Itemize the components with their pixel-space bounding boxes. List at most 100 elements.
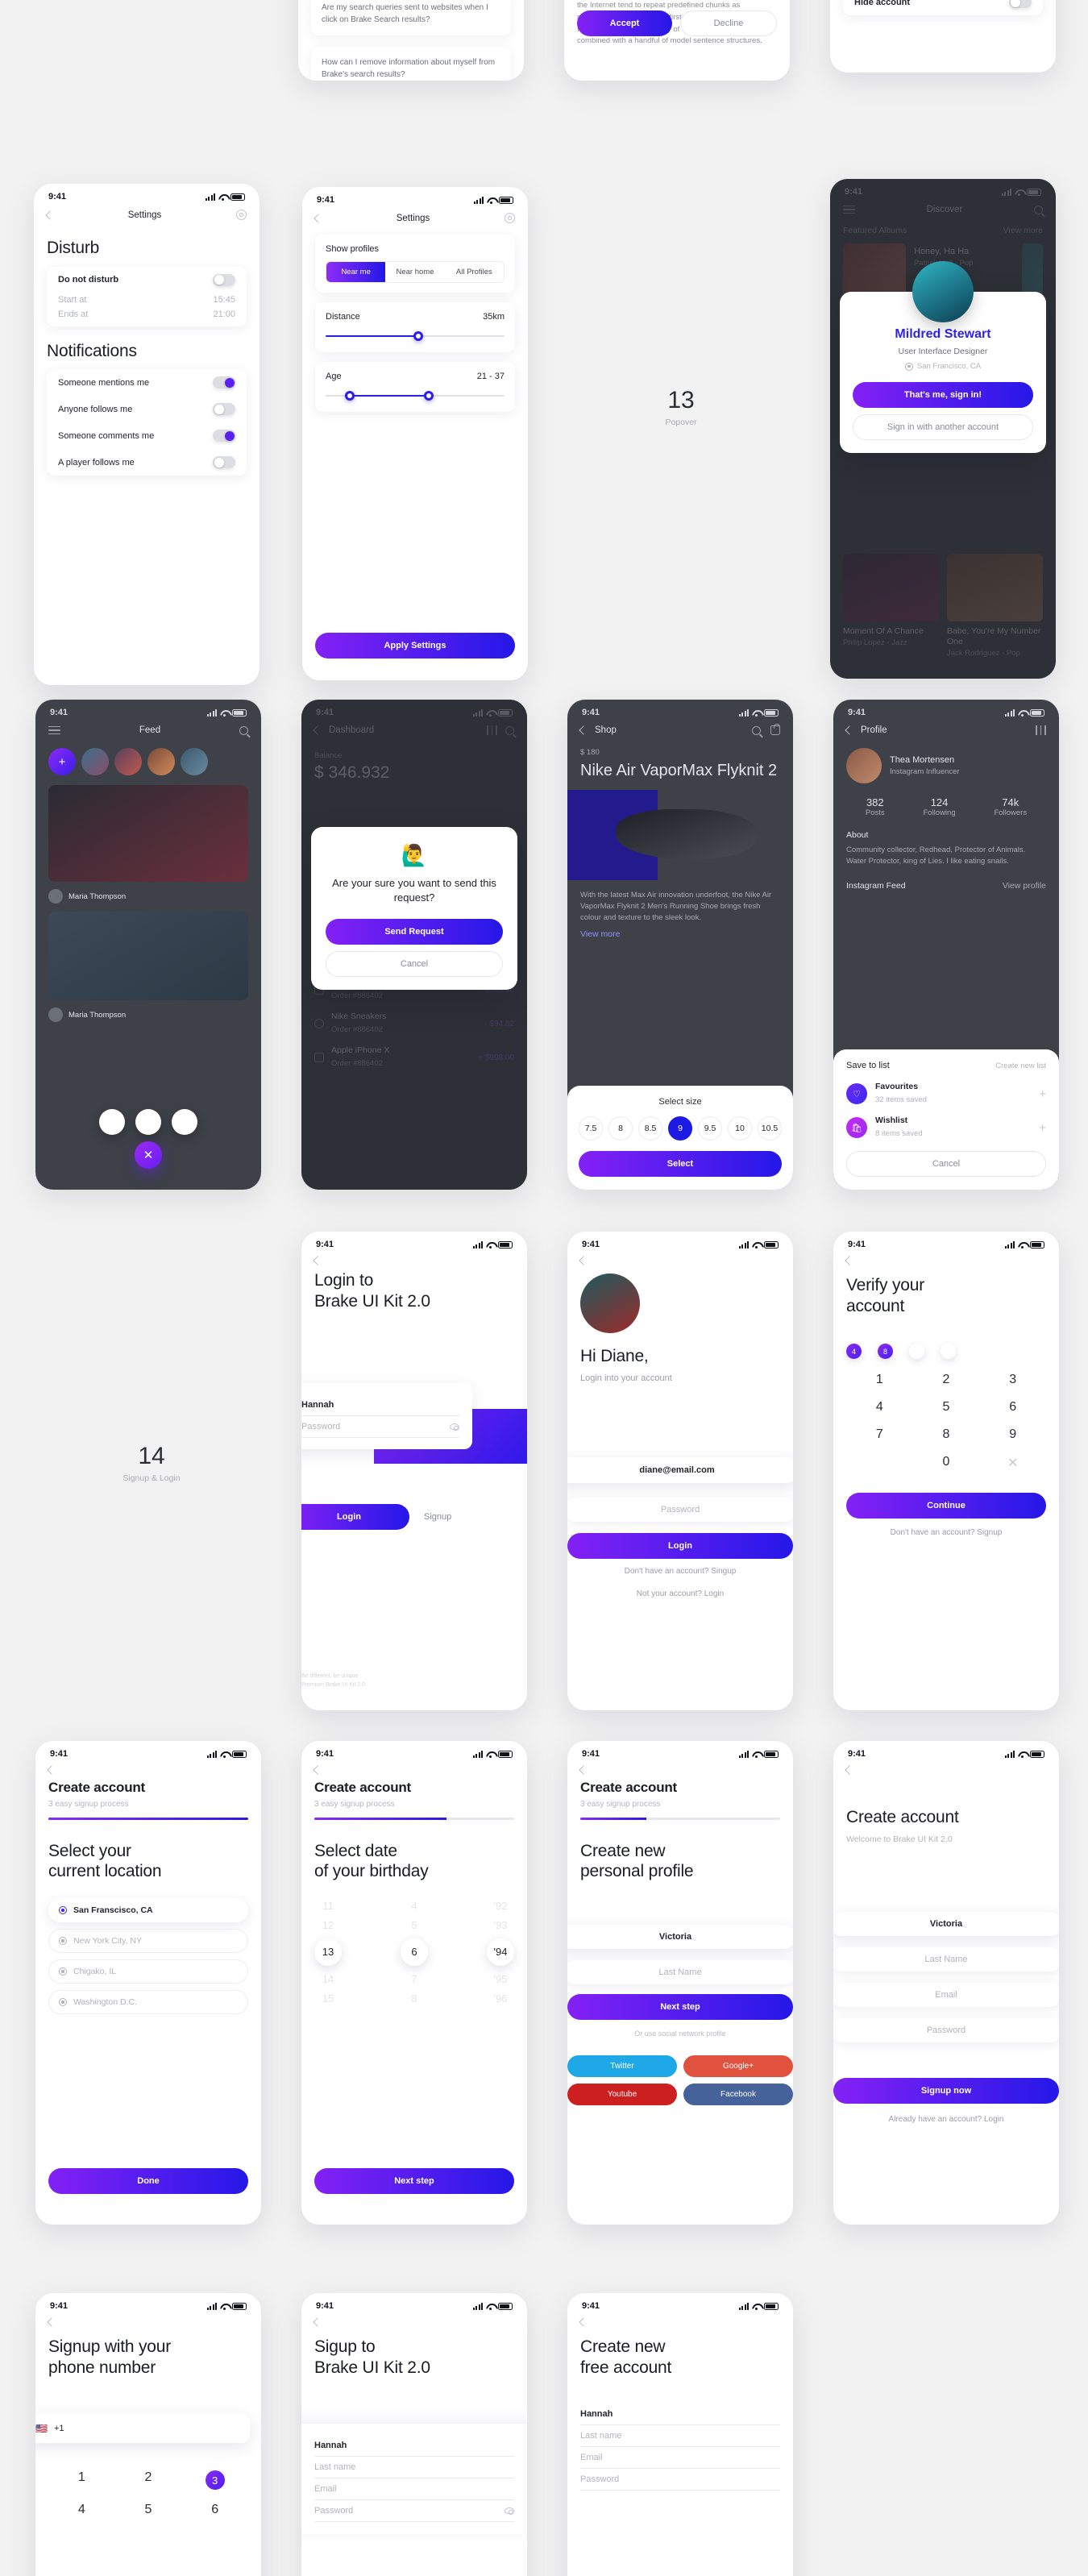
month-picker[interactable]: 4 5 6 7 8 xyxy=(401,1900,428,2005)
signup-hint[interactable]: Don't have an account? Signup xyxy=(846,1528,1046,1537)
month-option[interactable]: 4 xyxy=(401,1900,428,1912)
segment-near-home[interactable]: Near home xyxy=(385,262,444,282)
eye-icon[interactable] xyxy=(505,2507,514,2515)
first-name-field[interactable]: Hannah xyxy=(580,2404,780,2426)
facebook-button[interactable]: Facebook xyxy=(683,2084,793,2105)
last-name-field[interactable]: Last Name xyxy=(567,1960,793,1984)
key-3-selected[interactable]: 3 xyxy=(181,2468,248,2492)
password-field[interactable]: Password xyxy=(567,1498,793,1522)
password-field[interactable]: Password xyxy=(833,2018,1059,2042)
sign-in-button[interactable]: That's me, sign in! xyxy=(853,382,1033,408)
size-option-selected[interactable]: 9 xyxy=(668,1116,692,1141)
bag-icon[interactable] xyxy=(770,724,780,735)
month-option-selected[interactable]: 6 xyxy=(401,1938,428,1966)
key-1[interactable]: 1 xyxy=(48,2468,115,2492)
segment-near-me[interactable]: Near me xyxy=(326,262,386,282)
fab-share[interactable] xyxy=(172,1109,197,1135)
fab-like[interactable] xyxy=(135,1109,161,1135)
month-option[interactable]: 7 xyxy=(401,1973,428,1985)
login-hint[interactable]: Not your account? Login xyxy=(567,1589,793,1598)
day-option[interactable]: 11 xyxy=(314,1900,342,1912)
key-2[interactable]: 2 xyxy=(913,1370,980,1390)
menu-icon[interactable] xyxy=(48,725,60,735)
continue-button[interactable]: Continue xyxy=(846,1493,1046,1519)
options-icon[interactable] xyxy=(1036,725,1046,735)
year-picker[interactable]: '92 '93 '94 '95 '96 xyxy=(487,1900,514,2005)
login-button[interactable]: Login xyxy=(301,1504,409,1530)
key-7[interactable]: 7 xyxy=(846,1425,913,1444)
notification-toggle[interactable] xyxy=(213,376,235,389)
back-icon[interactable] xyxy=(579,725,588,735)
do-not-disturb-row[interactable]: Do not disturb xyxy=(47,267,247,293)
first-name-field[interactable]: Hannah xyxy=(314,2435,514,2457)
key-4[interactable]: 4 xyxy=(846,1398,913,1417)
gear-icon[interactable] xyxy=(505,213,515,223)
key-8[interactable]: 8 xyxy=(913,1425,980,1444)
key-3[interactable]: 3 xyxy=(979,1370,1046,1390)
last-name-field[interactable]: Last name xyxy=(314,2457,514,2478)
back-icon[interactable] xyxy=(47,1765,56,1775)
year-option[interactable]: '93 xyxy=(487,1919,514,1931)
back-icon[interactable] xyxy=(845,725,854,735)
decline-button[interactable]: Decline xyxy=(680,10,777,37)
email-field[interactable]: Email xyxy=(580,2447,780,2470)
notification-row[interactable]: Someone mentions me xyxy=(47,369,247,396)
feed-image[interactable] xyxy=(48,912,248,1000)
apply-settings-button[interactable]: Apply Settings xyxy=(315,633,515,659)
day-option[interactable]: 12 xyxy=(314,1919,342,1931)
back-icon[interactable] xyxy=(579,2317,588,2327)
email-field[interactable]: Email xyxy=(314,2478,514,2500)
notification-toggle[interactable] xyxy=(213,456,235,469)
code-digit[interactable]: 4 xyxy=(846,1344,862,1360)
size-option[interactable]: 10 xyxy=(728,1116,752,1141)
story-avatar[interactable] xyxy=(181,748,208,775)
google-plus-button[interactable]: Google+ xyxy=(683,2055,793,2077)
hide-account-toggle[interactable] xyxy=(1009,0,1032,8)
last-name-field[interactable]: Last Name xyxy=(833,1947,1059,1971)
distance-slider[interactable] xyxy=(326,330,505,343)
list-item[interactable]: ♡ Favourites 32 items saved + xyxy=(846,1082,1046,1106)
signup-hint[interactable]: Don't have an account? Singup xyxy=(567,1567,793,1576)
cancel-button[interactable]: Cancel xyxy=(326,951,503,978)
code-digit[interactable] xyxy=(909,1344,924,1360)
notification-toggle[interactable] xyxy=(213,403,235,416)
stories-row[interactable]: + xyxy=(48,748,248,775)
list-item[interactable]: 🛍 Wishlist 8 items saved + xyxy=(846,1116,1046,1140)
first-name-field[interactable]: Victoria xyxy=(833,1912,1059,1936)
search-icon[interactable] xyxy=(239,725,248,735)
login-hint[interactable]: Already have an account? Login xyxy=(833,2115,1059,2124)
fab-comment[interactable] xyxy=(99,1109,125,1135)
phone-number-field[interactable]: 🇺🇸 +1 xyxy=(35,2414,250,2443)
next-step-button[interactable]: Next step xyxy=(567,1994,793,2020)
segment-all-profiles[interactable]: All Profiles xyxy=(445,262,504,282)
age-slider[interactable] xyxy=(326,389,505,402)
notification-toggle[interactable] xyxy=(213,430,235,442)
back-icon[interactable] xyxy=(313,1765,322,1775)
back-icon[interactable] xyxy=(845,1765,854,1775)
key-2[interactable]: 2 xyxy=(115,2468,182,2492)
signup-link[interactable]: Signup xyxy=(424,1512,451,1522)
location-option[interactable]: New York City, NY xyxy=(48,1928,248,1953)
create-new-list-link[interactable]: Create new list xyxy=(995,1062,1046,1070)
location-option[interactable]: Washington D.C. xyxy=(48,1989,248,2014)
year-option[interactable]: '96 xyxy=(487,1992,514,2005)
username-field[interactable]: Hannah xyxy=(301,1394,459,1416)
send-request-button[interactable]: Send Request xyxy=(326,919,503,945)
select-button[interactable]: Select xyxy=(579,1151,782,1177)
story-avatar[interactable] xyxy=(114,748,142,775)
back-icon[interactable] xyxy=(313,2317,322,2327)
login-button[interactable]: Login xyxy=(567,1533,793,1559)
day-option[interactable]: 14 xyxy=(314,1973,342,1985)
faq-item[interactable]: Are my search queries sent to websites w… xyxy=(311,0,511,35)
start-at-row[interactable]: Start at 15:45 xyxy=(47,293,247,308)
first-name-field[interactable]: Victoria xyxy=(567,1925,793,1949)
password-field[interactable]: Password xyxy=(301,1416,459,1438)
story-avatar[interactable] xyxy=(81,748,109,775)
size-option[interactable]: 7.5 xyxy=(579,1116,603,1141)
do-not-disturb-toggle[interactable] xyxy=(213,273,235,286)
year-option[interactable]: '92 xyxy=(487,1900,514,1912)
back-icon[interactable] xyxy=(47,2317,56,2327)
eye-icon[interactable] xyxy=(450,1423,459,1431)
code-digit[interactable] xyxy=(941,1344,956,1360)
story-avatar[interactable] xyxy=(147,748,175,775)
